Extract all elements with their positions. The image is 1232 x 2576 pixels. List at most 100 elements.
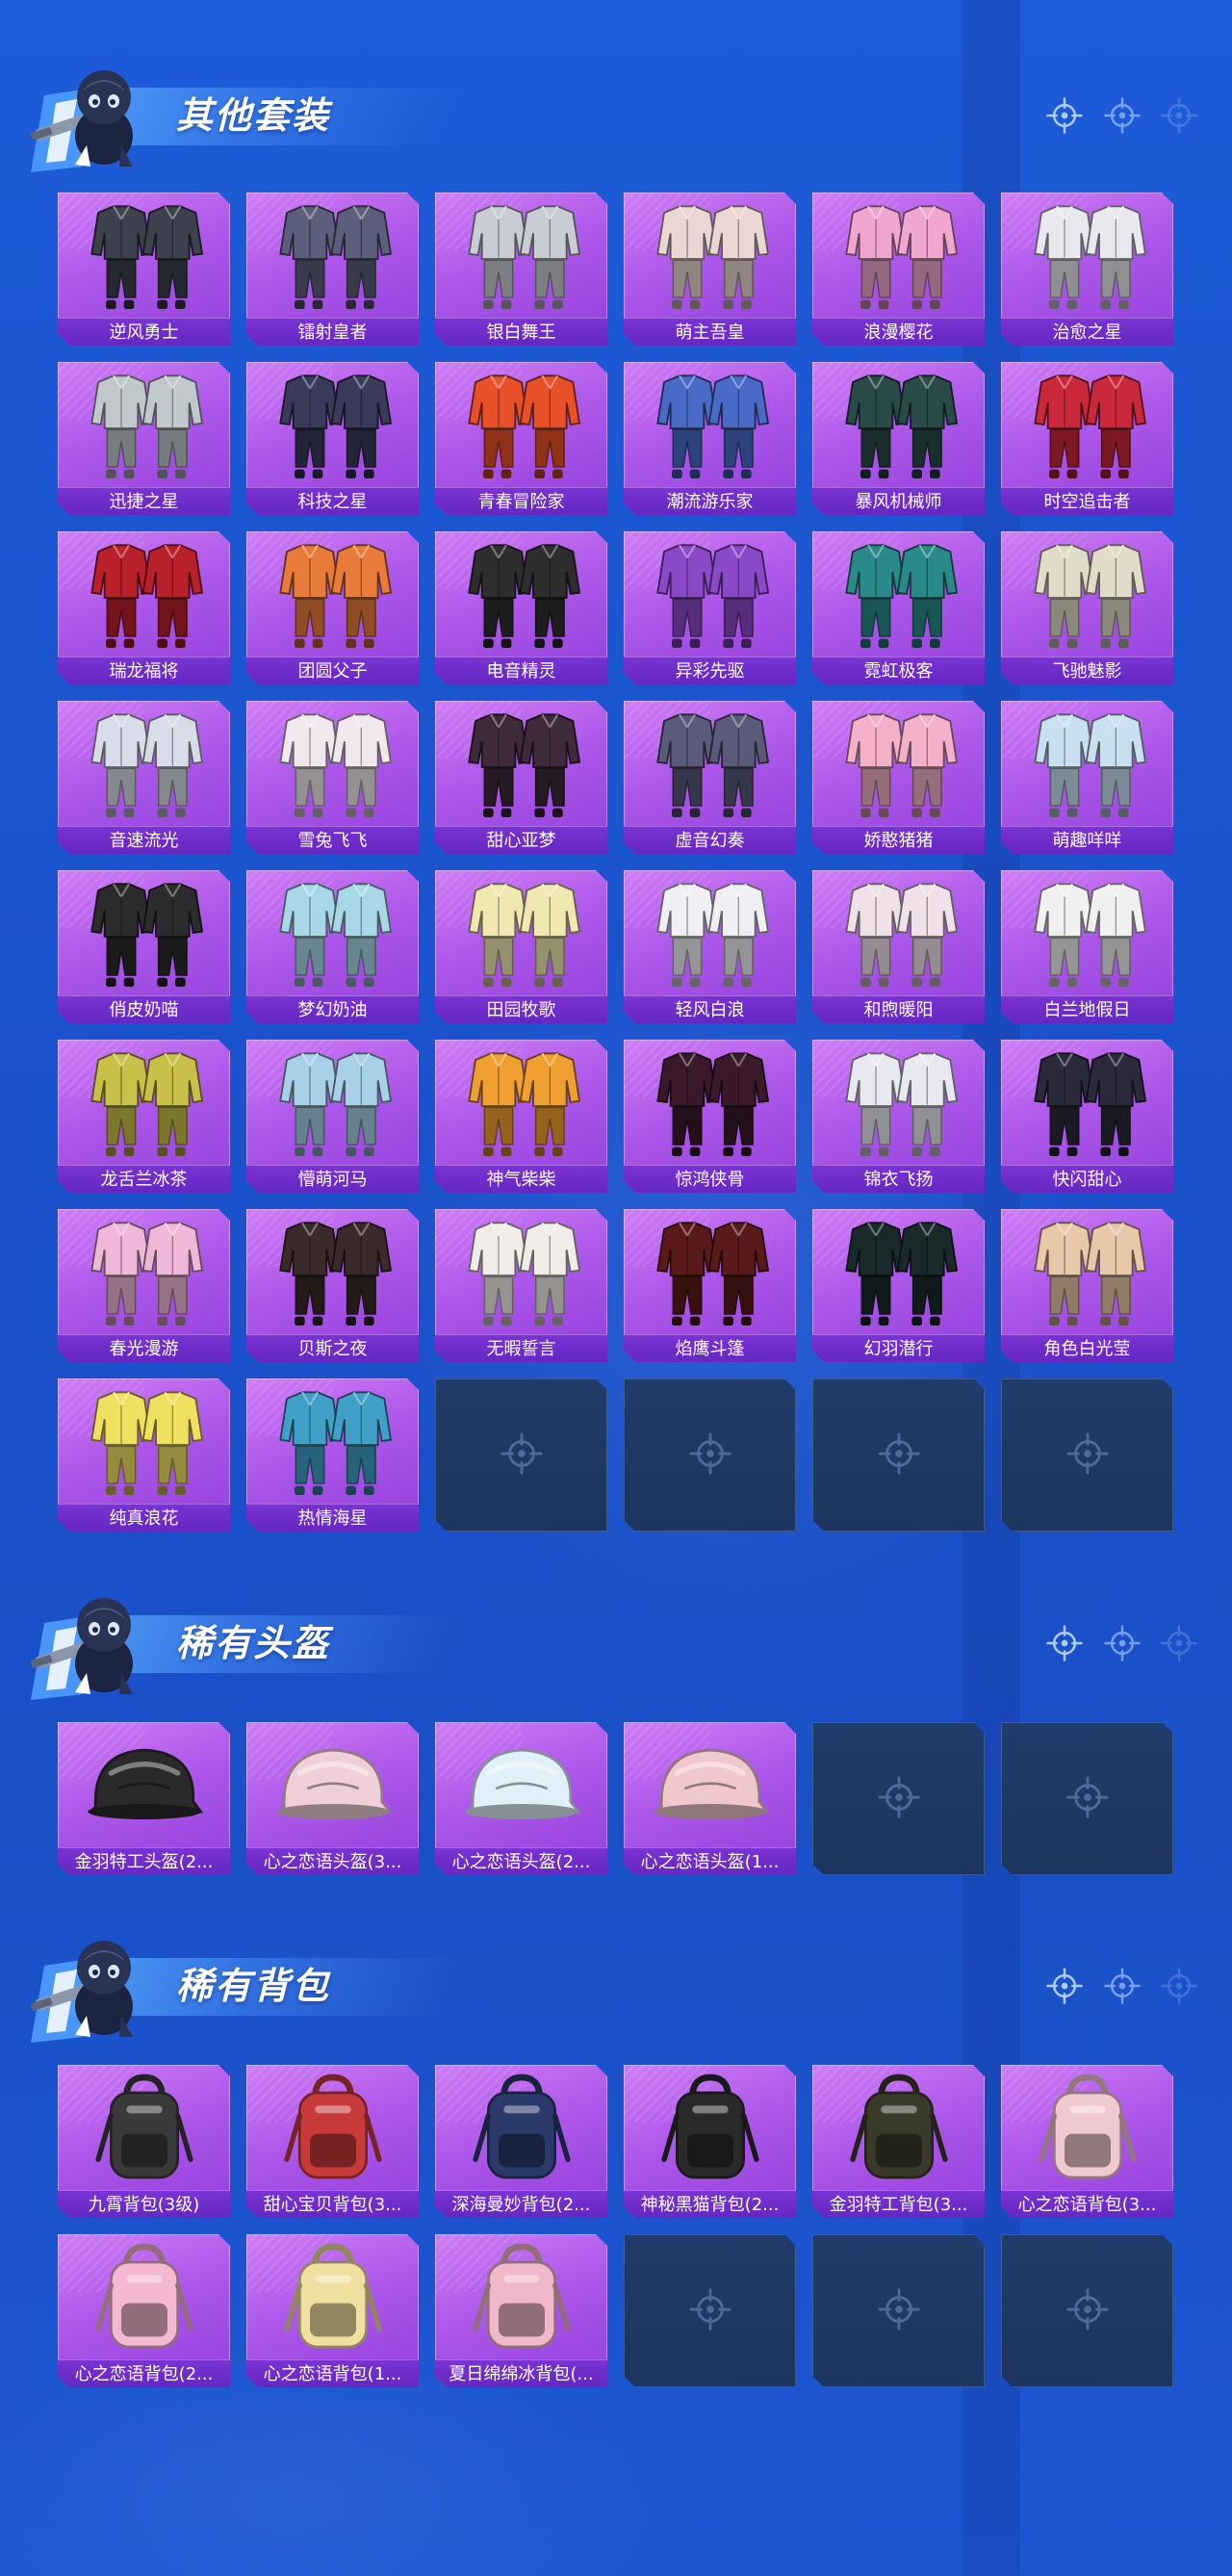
outfit-card[interactable]: 飞驰魅影	[1001, 531, 1173, 684]
outfit-card[interactable]: 迅捷之星	[58, 362, 230, 515]
outfit-card[interactable]: 浪漫樱花	[812, 193, 985, 346]
outfit-image	[246, 531, 419, 657]
outfit-image	[58, 1040, 230, 1165]
outfit-card[interactable]: 青春冒险家	[435, 362, 607, 515]
section-header-helmets: 稀有头盔	[0, 1581, 1232, 1706]
outfit-name-label: 雪兔飞飞	[246, 826, 419, 854]
outfit-card[interactable]: 电音精灵	[435, 531, 607, 684]
outfit-image	[812, 701, 985, 826]
outfit-card[interactable]: 娇憨猪猪	[812, 701, 985, 854]
outfit-card[interactable]: 轻风白浪	[624, 870, 796, 1023]
outfit-card[interactable]: 团圆父子	[246, 531, 419, 684]
outfit-card[interactable]: 俏皮奶喵	[58, 870, 230, 1023]
page: 其他套装 逆风勇士 镭射皇者 银白舞王 萌主吾皇 浪漫樱花 治愈之星迅捷之星 科技之星 青春冒…	[0, 0, 1232, 2576]
outfit-card[interactable]: 雪兔飞飞	[246, 701, 419, 854]
outfit-image	[1001, 362, 1173, 487]
backpack-card[interactable]: 心之恋语背包(3...	[1001, 2065, 1173, 2218]
outfit-image	[246, 1040, 419, 1165]
outfit-image	[435, 870, 607, 995]
outfit-image	[812, 870, 985, 995]
outfit-card[interactable]: 科技之星	[246, 362, 419, 515]
outfit-name-label: 惊鸿侠骨	[624, 1165, 796, 1193]
section-title: 稀有头盔	[176, 1622, 331, 1664]
outfit-card[interactable]: 梦幻奶油	[246, 870, 419, 1023]
outfit-card[interactable]: 懵萌河马	[246, 1040, 419, 1193]
backpack-card[interactable]: 甜心宝贝背包(3...	[246, 2065, 419, 2218]
section-header-outfits: 其他套装	[0, 53, 1232, 178]
helmet-name-label: 心之恋语头盔(2...	[435, 1847, 607, 1875]
outfit-card[interactable]: 音速流光	[58, 701, 230, 854]
backpack-image	[812, 2065, 985, 2190]
crosshair-icon	[688, 1431, 732, 1480]
outfit-card[interactable]: 锦衣飞扬	[812, 1040, 985, 1193]
outfit-card[interactable]: 逆风勇士	[58, 193, 230, 346]
helmet-card[interactable]: 心之恋语头盔(1...	[624, 1722, 796, 1875]
section-title: 其他套装	[176, 94, 331, 137]
outfit-card[interactable]: 瑞龙福将	[58, 531, 230, 684]
helmet-card[interactable]: 心之恋语头盔(2...	[435, 1722, 607, 1875]
outfit-card[interactable]: 和煦暖阳	[812, 870, 985, 1023]
outfit-card[interactable]: 萌趣咩咩	[1001, 701, 1173, 854]
outfit-card[interactable]: 幻羽潜行	[812, 1209, 985, 1362]
outfit-image	[246, 1209, 419, 1334]
outfit-name-label: 俏皮奶喵	[58, 995, 230, 1023]
crosshair-icon	[1065, 2287, 1110, 2335]
outfit-card[interactable]: 银白舞王	[435, 193, 607, 346]
outfit-card[interactable]: 甜心亚梦	[435, 701, 607, 854]
outfit-name-label: 萌趣咩咩	[1001, 826, 1173, 854]
outfit-card[interactable]: 贝斯之夜	[246, 1209, 419, 1362]
outfit-image	[812, 1040, 985, 1165]
outfit-card[interactable]: 焰鹰斗篷	[624, 1209, 796, 1362]
outfit-card[interactable]: 虚音幻奏	[624, 701, 796, 854]
outfit-image	[812, 1209, 985, 1334]
outfit-name-label: 锦衣飞扬	[812, 1165, 985, 1193]
backpack-card[interactable]: 夏日绵绵冰背包(...	[435, 2234, 607, 2387]
outfit-name-label: 瑞龙福将	[58, 657, 230, 684]
backpack-card[interactable]: 心之恋语背包(2...	[58, 2234, 230, 2387]
outfit-name-label: 快闪甜心	[1001, 1165, 1173, 1193]
outfit-card[interactable]: 异彩先驱	[624, 531, 796, 684]
outfit-card[interactable]: 时空追击者	[1001, 362, 1173, 515]
outfit-card[interactable]: 田园牧歌	[435, 870, 607, 1023]
outfit-image	[58, 870, 230, 995]
helmet-grid: 金羽特工头盔(2... 心之恋语头盔(3... 心之恋语头盔(2... 心之恋语…	[58, 1722, 1174, 1875]
backpack-card[interactable]: 深海曼妙背包(2...	[435, 2065, 607, 2218]
outfit-card[interactable]: 神气柴柴	[435, 1040, 607, 1193]
outfit-image	[1001, 870, 1173, 995]
outfit-image	[624, 870, 796, 995]
backpack-card[interactable]: 神秘黑猫背包(2...	[624, 2065, 796, 2218]
outfit-name-label: 团圆父子	[246, 657, 419, 684]
outfit-card[interactable]: 角色白光莹	[1001, 1209, 1173, 1362]
helmet-card[interactable]: 金羽特工头盔(2...	[58, 1722, 230, 1875]
outfit-card[interactable]: 镭射皇者	[246, 193, 419, 346]
outfit-card[interactable]: 潮流游乐家	[624, 362, 796, 515]
outfit-card[interactable]: 纯真浪花	[58, 1378, 230, 1532]
backpack-image	[435, 2234, 607, 2359]
outfit-card[interactable]: 霓虹极客	[812, 531, 985, 684]
crosshair-icon	[1160, 1967, 1198, 2005]
outfit-image	[812, 193, 985, 318]
backpack-card[interactable]: 心之恋语背包(1...	[246, 2234, 419, 2387]
outfit-card[interactable]: 白兰地假日	[1001, 870, 1173, 1023]
empty-slot	[1001, 2234, 1173, 2387]
backpack-name-label: 心之恋语背包(1...	[246, 2359, 419, 2387]
backpack-card[interactable]: 九霄背包(3级)	[58, 2065, 230, 2218]
outfit-card[interactable]: 治愈之星	[1001, 193, 1173, 346]
outfit-name-label: 田园牧歌	[435, 995, 607, 1023]
helmet-image	[624, 1722, 796, 1847]
backpack-image	[246, 2234, 419, 2359]
outfit-name-label: 逆风勇士	[58, 318, 230, 346]
outfit-card[interactable]: 萌主吾皇	[624, 193, 796, 346]
outfit-card[interactable]: 无暇誓言	[435, 1209, 607, 1362]
outfit-name-label: 娇憨猪猪	[812, 826, 985, 854]
outfit-card[interactable]: 龙舌兰冰茶	[58, 1040, 230, 1193]
outfit-card[interactable]: 春光漫游	[58, 1209, 230, 1362]
outfit-card[interactable]: 暴风机械师	[812, 362, 985, 515]
outfit-name-label: 潮流游乐家	[624, 487, 796, 515]
helmet-card[interactable]: 心之恋语头盔(3...	[246, 1722, 419, 1875]
outfit-card[interactable]: 热情海星	[246, 1378, 419, 1532]
backpack-name-label: 心之恋语背包(2...	[58, 2359, 230, 2387]
outfit-card[interactable]: 惊鸿侠骨	[624, 1040, 796, 1193]
outfit-card[interactable]: 快闪甜心	[1001, 1040, 1173, 1193]
backpack-card[interactable]: 金羽特工背包(3...	[812, 2065, 985, 2218]
